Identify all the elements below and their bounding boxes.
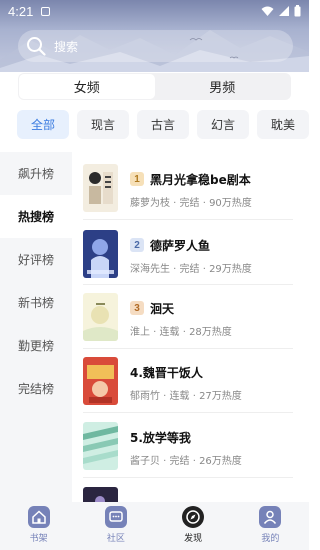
category-chip-ancient-romance[interactable]: 古言 — [137, 110, 189, 139]
chat-icon — [104, 506, 127, 528]
book-meta: 藤萝为枝 · 完结 · 90万热度 — [130, 198, 252, 209]
tab-female[interactable]: 女频 — [19, 74, 155, 99]
rank-badge: 2 — [130, 238, 144, 252]
rank-sidebar: 飙升榜 热搜榜 好评榜 新书榜 勤更榜 完结榜 — [0, 152, 72, 502]
header: 4:21 搜索 — [0, 0, 309, 72]
rank-type-new-books[interactable]: 新书榜 — [0, 281, 72, 324]
divider — [83, 477, 293, 478]
signal-icon — [279, 6, 289, 16]
category-chip-modern-romance[interactable]: 现言 — [77, 110, 129, 139]
rank-type-frequent-update[interactable]: 勤更榜 — [0, 324, 72, 367]
book-meta: 酱子贝 · 完结 · 26万热度 — [130, 456, 242, 467]
book-cover — [83, 164, 118, 212]
gender-tabs: 女频 男频 — [18, 73, 291, 100]
book-meta: 淮上 · 连载 · 28万热度 — [130, 327, 232, 338]
category-chip-all[interactable]: 全部 — [17, 110, 69, 139]
tab-label: 发现 — [184, 534, 203, 544]
book-item-partial[interactable] — [72, 487, 292, 502]
book-title: 洄天 — [150, 301, 175, 316]
rank-type-completed[interactable]: 完结榜 — [0, 367, 72, 410]
book-list: 1 黑月光拿稳be剧本 藤萝为枝 · 完结 · 90万热度 2 德萨罗人鱼 深海… — [72, 152, 309, 502]
status-time: 4:21 — [8, 3, 34, 19]
book-cover — [83, 422, 118, 470]
search-placeholder: 搜索 — [54, 39, 79, 54]
rank-type-top-rated[interactable]: 好评榜 — [0, 238, 72, 281]
rank-type-hot-search[interactable]: 热搜榜 — [0, 195, 72, 238]
divider — [83, 219, 293, 220]
wifi-icon — [261, 6, 274, 16]
tab-community[interactable]: 社区 — [77, 502, 154, 550]
notification-icon — [41, 6, 51, 16]
rank-badge: 1 — [130, 172, 144, 186]
category-chips: 全部 现言 古言 幻言 耽美 — [17, 110, 309, 139]
rank-badge: 3 — [130, 301, 144, 315]
status-bar: 4:21 — [0, 0, 309, 22]
user-icon — [259, 506, 282, 528]
divider — [83, 412, 293, 413]
book-meta: 深海先生 · 完结 · 29万热度 — [130, 264, 252, 275]
rank-type-rising[interactable]: 飙升榜 — [0, 152, 72, 195]
book-title: 5.放学等我 — [130, 430, 191, 445]
bottom-tab-bar: 书架 社区 发现 我的 — [0, 502, 309, 550]
book-title: 黑月光拿稳be剧本 — [150, 172, 251, 187]
book-title: 德萨罗人鱼 — [150, 238, 211, 253]
search-bar[interactable]: 搜索 — [18, 30, 293, 62]
tab-discover[interactable]: 发现 — [155, 502, 232, 550]
category-chip-danmei[interactable]: 耽美 — [257, 110, 309, 139]
divider — [83, 348, 293, 349]
book-cover — [83, 487, 118, 502]
book-meta: 郁雨竹 · 连载 · 27万热度 — [130, 391, 242, 402]
book-title: 4.魏晋干饭人 — [130, 365, 203, 380]
tab-label: 书架 — [29, 534, 48, 544]
book-cover — [83, 230, 118, 278]
battery-icon — [294, 5, 301, 17]
compass-icon — [182, 506, 205, 528]
book-cover — [83, 357, 118, 405]
home-icon — [27, 506, 50, 528]
tab-label: 社区 — [106, 534, 125, 544]
divider — [83, 284, 293, 285]
search-icon — [27, 37, 46, 56]
tab-bookshelf[interactable]: 书架 — [0, 502, 77, 550]
tab-profile[interactable]: 我的 — [232, 502, 309, 550]
tab-label: 我的 — [261, 534, 280, 544]
category-chip-fantasy-romance[interactable]: 幻言 — [197, 110, 249, 139]
tab-male[interactable]: 男频 — [155, 74, 291, 99]
book-cover — [83, 293, 118, 341]
